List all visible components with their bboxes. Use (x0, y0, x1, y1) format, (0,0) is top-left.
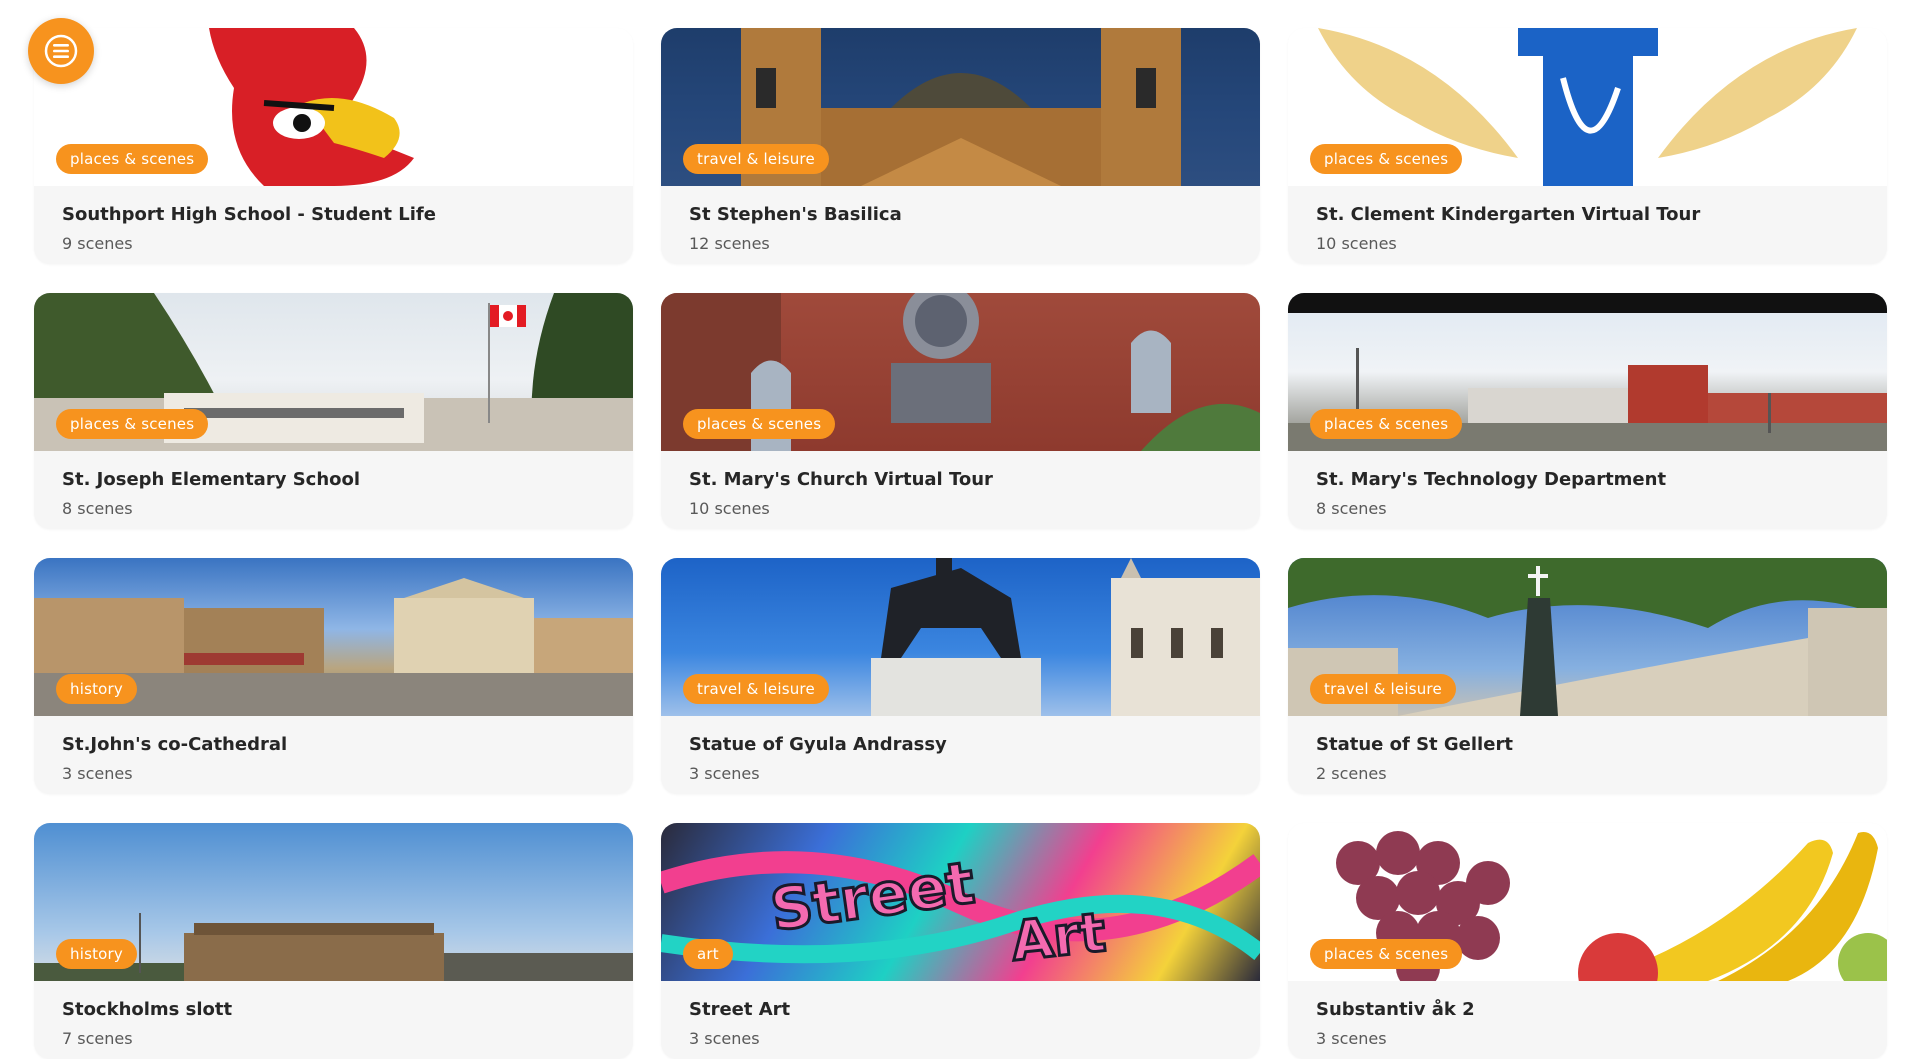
tour-thumbnail: travel & leisure (661, 28, 1260, 186)
category-tag: places & scenes (56, 409, 209, 439)
tour-thumbnail: travel & leisure (661, 558, 1260, 716)
tour-card[interactable]: places & scenes Southport High School - … (34, 28, 633, 264)
tour-title: Street Art (689, 999, 791, 1020)
scene-count: 9 scenes (62, 234, 133, 253)
category-tag: travel & leisure (1310, 674, 1456, 704)
scene-count: 10 scenes (689, 499, 770, 518)
scene-count: 3 scenes (689, 764, 760, 783)
scene-count: 2 scenes (1316, 764, 1387, 783)
tour-card[interactable]: history Stockholms slott 7 scenes (34, 823, 633, 1059)
tour-thumbnail: places & scenes (34, 293, 633, 451)
tour-title: St.John's co-Cathedral (62, 734, 288, 755)
scene-count: 8 scenes (1316, 499, 1387, 518)
tour-card[interactable]: travel & leisure Statue of Gyula Andrass… (661, 558, 1260, 794)
scene-count: 3 scenes (689, 1029, 760, 1048)
tour-title: St. Clement Kindergarten Virtual Tour (1316, 204, 1701, 225)
category-tag: places & scenes (56, 144, 209, 174)
scene-count: 7 scenes (62, 1029, 133, 1048)
tour-title: St. Mary's Technology Department (1316, 469, 1667, 490)
category-tag: art (683, 939, 733, 969)
svg-text:Art: Art (1008, 901, 1108, 974)
hamburger-menu-icon (44, 34, 78, 68)
scene-count: 12 scenes (689, 234, 770, 253)
tour-card[interactable]: travel & leisure Statue of St Gellert 2 … (1288, 558, 1887, 794)
tour-card[interactable]: travel & leisure St Stephen's Basilica 1… (661, 28, 1260, 264)
category-tag: travel & leisure (683, 674, 829, 704)
tour-thumbnail: history (34, 558, 633, 716)
tour-thumbnail: places & scenes (34, 28, 633, 186)
tour-thumbnail: travel & leisure (1288, 558, 1887, 716)
category-tag: places & scenes (683, 409, 836, 439)
tour-thumbnail: places & scenes (1288, 293, 1887, 451)
scene-count: 8 scenes (62, 499, 133, 518)
scene-count: 10 scenes (1316, 234, 1397, 253)
category-tag: history (56, 939, 137, 969)
tour-card[interactable]: places & scenes St. Joseph Elementary Sc… (34, 293, 633, 529)
tour-card[interactable]: places & scenes St. Clement Kindergarten… (1288, 28, 1887, 264)
category-tag: history (56, 674, 137, 704)
category-tag: travel & leisure (683, 144, 829, 174)
scene-count: 3 scenes (62, 764, 133, 783)
tour-title: Stockholms slott (62, 999, 233, 1020)
tour-card[interactable]: places & scenes St. Mary's Church Virtua… (661, 293, 1260, 529)
tour-thumbnail: places & scenes (661, 293, 1260, 451)
tour-thumbnail: Street Art art (661, 823, 1260, 981)
menu-button[interactable] (28, 18, 94, 84)
tour-title: Southport High School - Student Life (62, 204, 436, 225)
scene-count: 3 scenes (1316, 1029, 1387, 1048)
tour-thumbnail: history (34, 823, 633, 981)
tour-thumbnail: places & scenes (1288, 823, 1887, 981)
graffiti-image: Street Art (661, 847, 1260, 975)
tour-card[interactable]: history St.John's co-Cathedral 3 scenes (34, 558, 633, 794)
tour-thumbnail: places & scenes (1288, 28, 1887, 186)
tour-card[interactable]: places & scenes St. Mary's Technology De… (1288, 293, 1887, 529)
tour-title: St Stephen's Basilica (689, 204, 902, 225)
tour-title: Statue of St Gellert (1316, 734, 1513, 755)
tour-title: St. Joseph Elementary School (62, 469, 361, 490)
tour-card[interactable]: Street Art art Street Art 3 scenes (661, 823, 1260, 1059)
tour-grid: places & scenes Southport High School - … (34, 28, 1887, 1059)
category-tag: places & scenes (1310, 409, 1463, 439)
tour-title: Substantiv åk 2 (1316, 999, 1475, 1020)
tour-title: St. Mary's Church Virtual Tour (689, 469, 993, 490)
category-tag: places & scenes (1310, 144, 1463, 174)
category-tag: places & scenes (1310, 939, 1463, 969)
tour-title: Statue of Gyula Andrassy (689, 734, 947, 755)
tour-card[interactable]: places & scenes Substantiv åk 2 3 scenes (1288, 823, 1887, 1059)
